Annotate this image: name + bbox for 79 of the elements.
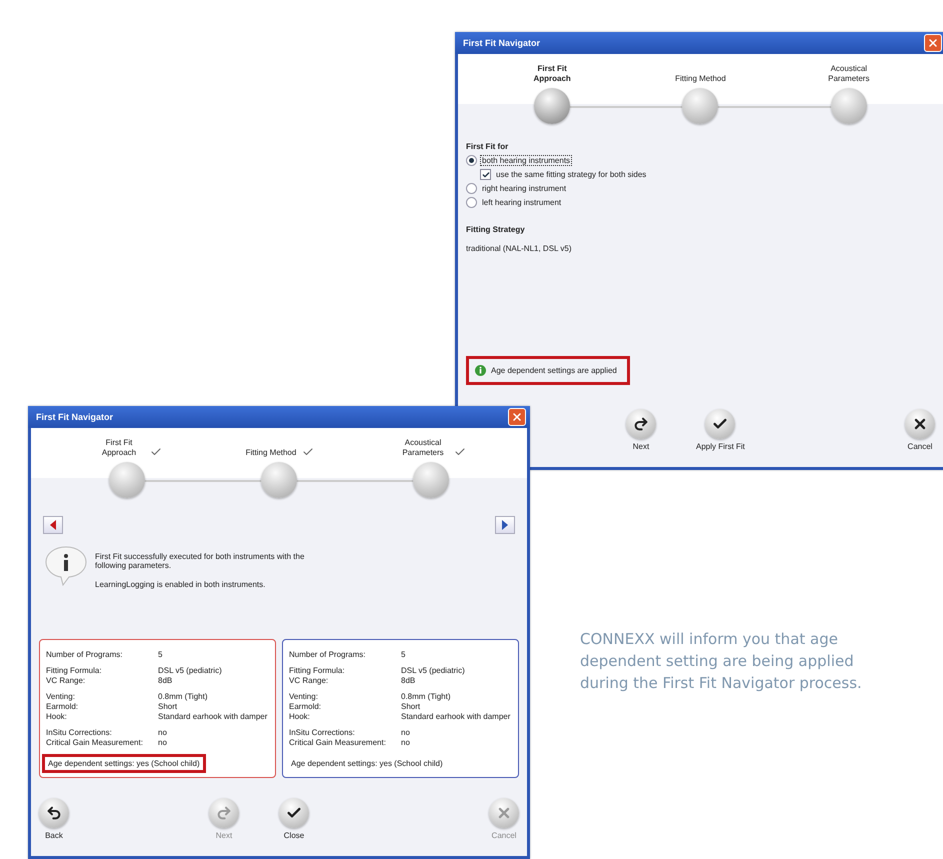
section-heading: Fitting Strategy	[466, 225, 526, 234]
right-triangle-icon	[501, 520, 509, 530]
step-label: First Fit Approach	[100, 438, 138, 458]
parameter-value: 5	[401, 650, 406, 660]
close-icon	[927, 37, 939, 49]
parameter-value: no	[401, 728, 411, 738]
parameter-value: DSL v5 (pediatric)	[401, 666, 466, 676]
section-heading: First Fit for	[466, 142, 510, 151]
step-label: Fitting Method	[674, 74, 727, 84]
close-icon	[496, 805, 512, 821]
step-label: First Fit Approach	[532, 64, 572, 84]
option-label: left hearing instrument	[481, 198, 562, 207]
parameter-label: Critical Gain Measurement:	[289, 738, 387, 748]
option-label: right hearing instrument	[481, 184, 568, 193]
step-circle[interactable]	[682, 88, 718, 124]
step-circle[interactable]	[534, 88, 570, 124]
option-label: use the same fitting strategy for both sides	[495, 170, 648, 179]
parameter-value: 8dB	[401, 676, 416, 686]
caption-text: CONNEXX will inform you that age dependent setting are being applied during the First Fit Navigator process.	[580, 629, 863, 694]
parameter-label: Number of Programs:	[289, 650, 366, 660]
age-setting-text: Age dependent settings: yes (School child)	[42, 754, 206, 773]
radio-button[interactable]	[466, 197, 477, 208]
close-icon	[912, 416, 928, 432]
redo-arrow-icon	[633, 416, 649, 432]
parameter-label: InSitu Corrections:	[46, 728, 113, 738]
checkbox[interactable]	[480, 169, 491, 180]
parameter-value: no	[158, 728, 168, 738]
info-dot-icon	[475, 365, 486, 376]
parameter-label: Venting:	[289, 692, 319, 702]
parameter-label: Fitting Formula:	[289, 666, 346, 676]
parameter-label: Earmold:	[46, 702, 80, 712]
parameter-value: 0.8mm (Tight)	[401, 692, 452, 702]
message-text: LearningLogging is enabled in both instruments.	[95, 580, 266, 589]
close-icon	[511, 411, 523, 423]
info-bubble-icon	[43, 544, 89, 586]
parameter-label: VC Range:	[46, 676, 86, 686]
forward-button[interactable]	[495, 516, 515, 534]
parameter-label: Fitting Formula:	[46, 666, 103, 676]
step-label: Fitting Method	[244, 448, 298, 458]
parameter-label: Number of Programs:	[46, 650, 124, 660]
step-circle[interactable]	[261, 462, 297, 498]
step-label: Acoustical Parameters	[401, 438, 445, 458]
step-circle[interactable]	[109, 462, 145, 498]
parameter-value: DSL v5 (pediatric)	[158, 666, 223, 676]
parameter-value: Short	[401, 702, 422, 712]
parameter-label: Hook:	[46, 712, 68, 722]
option-label: both hearing instruments	[481, 156, 572, 165]
parameter-label: Earmold:	[289, 702, 322, 712]
parameter-value: Standard earhook with damper	[401, 712, 512, 722]
parameter-value: 0.8mm (Tight)	[158, 692, 208, 702]
parameter-label: Venting:	[46, 692, 76, 702]
parameter-value: Short	[158, 702, 178, 712]
close-button[interactable]	[924, 34, 942, 52]
close-button[interactable]	[508, 408, 526, 426]
redo-arrow-icon	[216, 805, 232, 821]
age-setting-text: Age dependent settings: yes (School child)	[290, 758, 444, 770]
step-circle[interactable]	[413, 462, 449, 498]
apply-button[interactable]: Apply First Fit	[696, 409, 745, 451]
parameter-label: Critical Gain Measurement:	[46, 738, 144, 748]
message-text: First Fit successfully executed for both instruments with the following parameters.	[95, 552, 306, 570]
parameter-value: no	[158, 738, 168, 748]
step-circle[interactable]	[830, 88, 867, 124]
parameter-value: no	[401, 738, 411, 748]
strategy-value: traditional (NAL-NL1, DSL v5)	[466, 244, 573, 253]
notice-text: Age dependent settings are applied	[491, 366, 617, 375]
undo-arrow-icon	[46, 805, 62, 821]
parameter-value: Standard earhook with damper	[158, 712, 268, 722]
step-label: Acoustical Parameters	[827, 64, 870, 84]
parameter-label: VC Range:	[289, 676, 330, 686]
parameter-value: 8dB	[158, 676, 174, 686]
radio-button[interactable]	[466, 183, 477, 194]
parameter-label: Hook:	[289, 712, 311, 722]
previous-button[interactable]	[43, 516, 63, 534]
parameter-label: InSitu Corrections:	[289, 728, 356, 738]
parameter-value: 5	[158, 650, 164, 660]
window-title: First Fit Navigator	[463, 38, 540, 48]
radio-button[interactable]	[466, 155, 477, 166]
window-title: First Fit Navigator	[36, 412, 114, 422]
left-triangle-icon	[49, 520, 57, 530]
